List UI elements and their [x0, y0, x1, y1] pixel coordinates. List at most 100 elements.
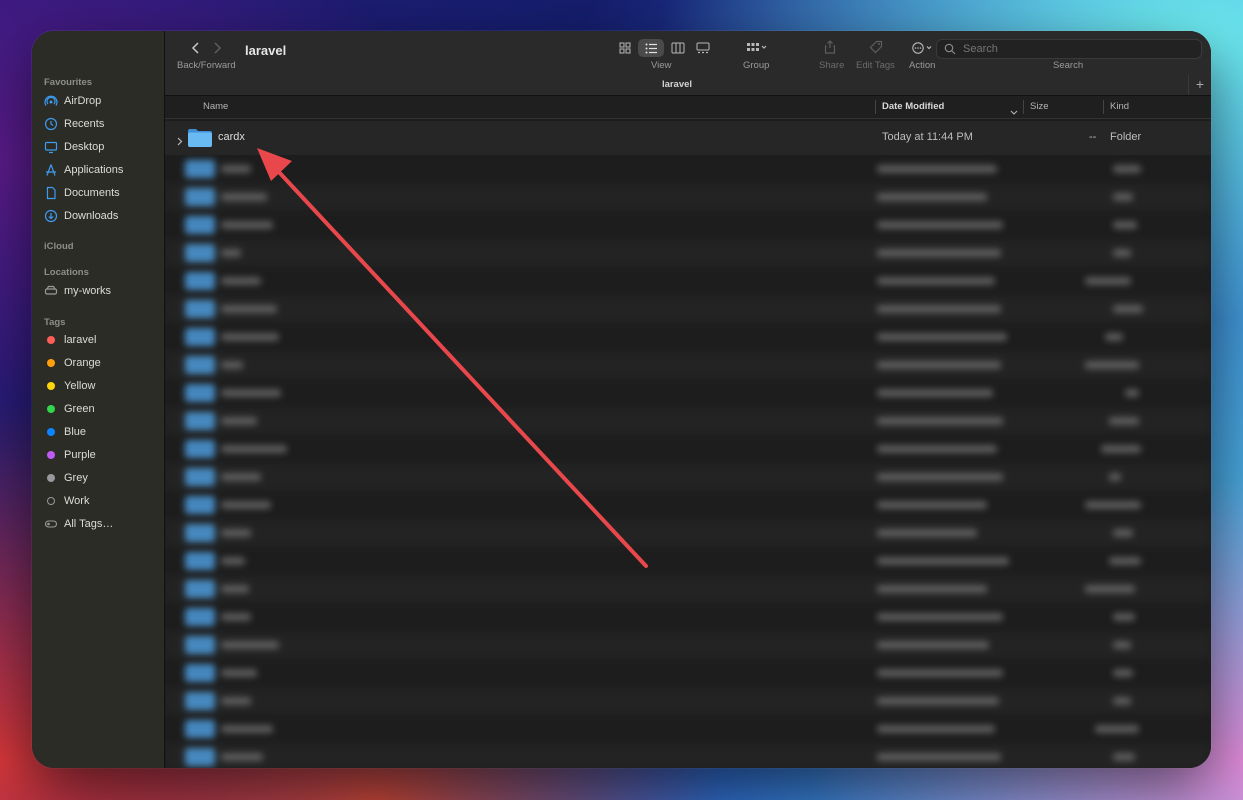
column-divider[interactable]	[1023, 100, 1024, 114]
action-label: Action	[909, 60, 936, 71]
column-divider[interactable]	[875, 100, 876, 114]
sidebar: Favourites AirDrop Recents Desktop Appli…	[32, 31, 165, 768]
sidebar-item-my-works[interactable]: my-works	[44, 281, 111, 301]
sidebar-tag-green[interactable]: Green	[44, 399, 95, 419]
sidebar-item-label: Recents	[64, 118, 105, 130]
sidebar-item-downloads[interactable]: Downloads	[44, 206, 118, 226]
sidebar-all-tags[interactable]: All Tags…	[44, 514, 113, 534]
group-icon	[747, 43, 767, 51]
sidebar-tag-purple[interactable]: Purple	[44, 445, 96, 465]
tag-icon	[869, 40, 883, 54]
columns-icon	[671, 42, 685, 54]
sidebar-item-applications[interactable]: Applications	[44, 160, 123, 180]
column-header: Name Date Modified Size Kind	[165, 96, 1211, 119]
sidebar-item-label: Blue	[64, 426, 87, 438]
edit-tags-button[interactable]	[868, 39, 884, 55]
search-field[interactable]	[936, 39, 1202, 59]
file-kind: Folder	[1110, 131, 1142, 143]
tag-dot-icon	[47, 382, 55, 390]
sidebar-item-label: Desktop	[64, 141, 105, 153]
sidebar-item-documents[interactable]: Documents	[44, 183, 120, 203]
chevron-left-icon	[191, 42, 199, 54]
sidebar-item-label: Applications	[64, 164, 124, 176]
sidebar-item-label: Documents	[64, 187, 120, 199]
action-button[interactable]	[910, 40, 938, 56]
sidebar-tag-orange[interactable]: Orange	[44, 353, 101, 373]
tab-laravel[interactable]: laravel	[165, 75, 1189, 95]
sidebar-item-label: Purple	[64, 449, 96, 461]
airdrop-icon	[44, 94, 58, 108]
tag-dot-icon	[47, 474, 55, 482]
column-kind[interactable]: Kind	[1110, 96, 1129, 118]
sidebar-tag-grey[interactable]: Grey	[44, 468, 88, 488]
sidebar-item-recents[interactable]: Recents	[44, 114, 104, 134]
share-label: Share	[819, 60, 845, 71]
clock-icon	[44, 117, 58, 131]
new-tab-button[interactable]: +	[1188, 75, 1211, 95]
group-button[interactable]	[742, 40, 772, 56]
sidebar-section-locations: Locations	[44, 267, 89, 278]
share-button[interactable]	[822, 39, 838, 55]
gallery-view-button[interactable]	[692, 40, 714, 56]
grid-icon	[619, 42, 631, 54]
sidebar-item-airdrop[interactable]: AirDrop	[44, 91, 101, 111]
column-view-button[interactable]	[667, 40, 689, 56]
view-label: View	[651, 60, 672, 71]
sidebar-item-label: Green	[64, 403, 95, 415]
sidebar-item-label: laravel	[64, 334, 97, 346]
tag-dot-icon	[47, 451, 55, 459]
sidebar-tag-yellow[interactable]: Yellow	[44, 376, 95, 396]
document-icon	[44, 186, 58, 200]
sidebar-item-label: Orange	[64, 357, 101, 369]
chevron-right-icon	[214, 42, 222, 54]
tab-bar: laravel +	[165, 75, 1211, 96]
finder-window: Favourites AirDrop Recents Desktop Appli…	[32, 31, 1211, 768]
sidebar-item-label: AirDrop	[64, 95, 102, 107]
tag-dot-icon	[47, 336, 55, 344]
disclosure-chevron-right-icon[interactable]	[177, 133, 183, 151]
sidebar-item-label: All Tags…	[64, 518, 114, 530]
search-icon	[944, 43, 956, 55]
column-name[interactable]: Name	[203, 96, 228, 118]
sidebar-section-icloud[interactable]: iCloud	[44, 241, 74, 252]
share-icon	[824, 40, 836, 54]
sidebar-tag-work[interactable]: Work	[44, 491, 89, 511]
download-icon	[44, 209, 58, 223]
all-tags-icon	[44, 517, 58, 531]
applications-icon	[44, 163, 58, 177]
back-button[interactable]	[189, 41, 203, 55]
tag-ring-icon	[47, 497, 55, 505]
column-date-modified[interactable]: Date Modified	[882, 96, 944, 118]
file-row-cardx[interactable]: cardx Today at 11:44 PM -- Folder	[165, 121, 1211, 155]
folder-icon	[187, 127, 213, 153]
group-label: Group	[743, 60, 770, 71]
blurred-file-list	[165, 155, 1211, 768]
back-forward-label: Back/Forward	[177, 60, 236, 71]
edit-tags-label: Edit Tags	[856, 60, 895, 71]
list-view-button[interactable]	[638, 39, 664, 57]
tag-dot-icon	[47, 359, 55, 367]
sidebar-section-favourites: Favourites	[44, 77, 93, 88]
sidebar-item-label: Grey	[64, 472, 88, 484]
main-area: Back/Forward laravel View Group Share Ed…	[165, 31, 1211, 768]
file-name: cardx	[218, 131, 245, 143]
file-size: --	[1089, 131, 1097, 143]
search-input[interactable]	[961, 42, 1201, 56]
sidebar-item-label: Yellow	[64, 380, 96, 392]
window-title: laravel	[245, 43, 287, 58]
sidebar-item-desktop[interactable]: Desktop	[44, 137, 104, 157]
sidebar-item-label: Work	[64, 495, 90, 507]
sort-chevron-down-icon	[1010, 103, 1018, 121]
sidebar-tag-blue[interactable]: Blue	[44, 422, 86, 442]
search-label: Search	[1053, 60, 1084, 71]
desktop-icon	[44, 140, 58, 154]
forward-button[interactable]	[210, 41, 224, 55]
sidebar-tag-laravel[interactable]: laravel	[44, 330, 96, 350]
icon-view-button[interactable]	[614, 40, 636, 56]
list-icon	[645, 43, 657, 53]
toolbar: Back/Forward laravel View Group Share Ed…	[165, 31, 1211, 75]
column-divider[interactable]	[1103, 100, 1104, 114]
column-size[interactable]: Size	[1030, 96, 1048, 118]
sidebar-item-label: Downloads	[64, 210, 119, 222]
sidebar-section-tags: Tags	[44, 317, 66, 328]
